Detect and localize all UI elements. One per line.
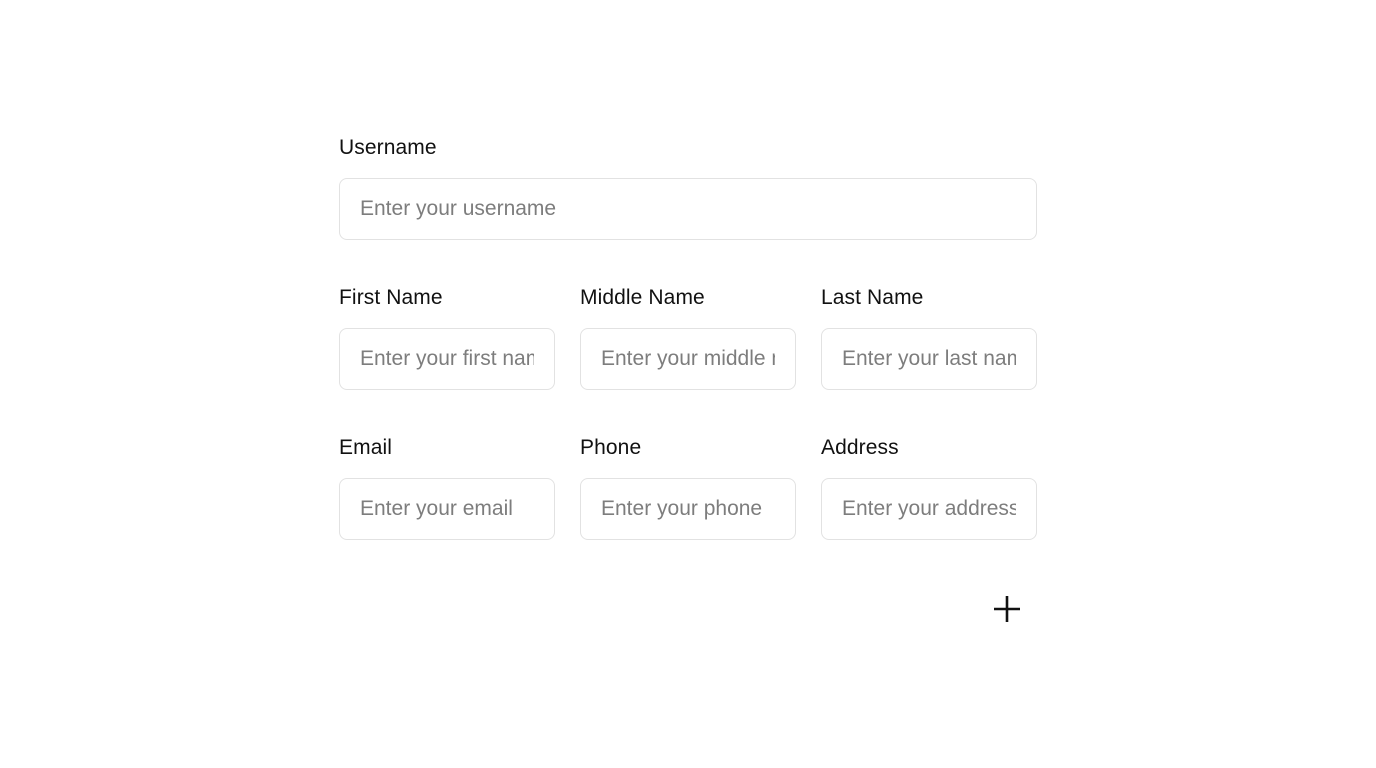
first-name-field-group: First Name — [339, 280, 555, 390]
user-form: Username First Name Middle Name Last Nam… — [339, 130, 1037, 580]
middle-name-input[interactable] — [580, 328, 796, 390]
email-label: Email — [339, 436, 393, 459]
middle-name-field-group: Middle Name — [580, 280, 796, 390]
phone-label: Phone — [580, 436, 642, 459]
email-field-group: Email — [339, 430, 555, 540]
phone-field-group: Phone — [580, 430, 796, 540]
last-name-label: Last Name — [821, 286, 924, 309]
last-name-field-group: Last Name — [821, 280, 1037, 390]
username-field-group: Username — [339, 130, 1037, 240]
contact-row: Email Phone Address — [339, 430, 1037, 540]
phone-input[interactable] — [580, 478, 796, 540]
address-field-group: Address — [821, 430, 1037, 540]
first-name-input[interactable] — [339, 328, 555, 390]
last-name-input[interactable] — [821, 328, 1037, 390]
first-name-label: First Name — [339, 286, 443, 309]
address-label: Address — [821, 436, 899, 459]
username-label: Username — [339, 136, 437, 159]
username-input[interactable] — [339, 178, 1037, 240]
add-field-button[interactable] — [986, 586, 1028, 632]
email-input[interactable] — [339, 478, 555, 540]
plus-icon — [993, 595, 1021, 623]
name-row: First Name Middle Name Last Name — [339, 280, 1037, 390]
middle-name-label: Middle Name — [580, 286, 705, 309]
address-input[interactable] — [821, 478, 1037, 540]
